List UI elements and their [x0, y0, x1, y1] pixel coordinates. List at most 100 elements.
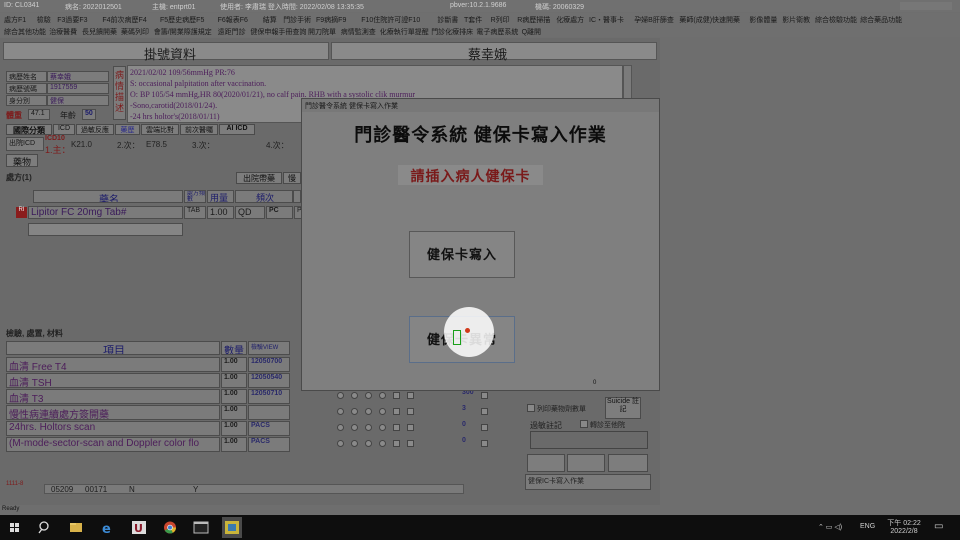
lab-code[interactable]: 12050710	[248, 389, 290, 404]
menu-item[interactable]: F3過要F3	[57, 15, 87, 25]
menu-item[interactable]: 結算	[263, 15, 277, 25]
menu-item[interactable]: F9病摘F9	[316, 15, 346, 25]
lab-code[interactable]: PACS	[248, 421, 290, 436]
lab-option[interactable]	[365, 408, 372, 415]
clock-date[interactable]: 2022/2/8	[886, 528, 922, 535]
menu-item[interactable]: 檢驗	[37, 15, 51, 25]
tab-medicine[interactable]: 藥物	[6, 154, 38, 167]
clock-time[interactable]: 下午 02:22	[886, 518, 922, 528]
lab-option[interactable]	[393, 392, 400, 399]
menu-item[interactable]: 綜合檢驗功能	[815, 15, 857, 25]
lab-option[interactable]	[337, 424, 344, 431]
menu-item[interactable]: T套件	[464, 15, 482, 25]
menu-item[interactable]: 化療執行單提醒	[380, 27, 429, 37]
rx-new-row[interactable]	[28, 223, 183, 236]
lab-code[interactable]: 12050540	[248, 373, 290, 388]
tab-cloud-compare[interactable]: 雲端比對	[141, 124, 179, 135]
weight-value[interactable]: 47.1	[28, 109, 50, 120]
bottom-field-4[interactable]: Y	[191, 485, 211, 493]
lab-option[interactable]	[337, 408, 344, 415]
medical-app-icon[interactable]	[222, 517, 242, 538]
transfer-checkbox[interactable]	[580, 420, 588, 428]
rx-route[interactable]: PC	[266, 206, 293, 219]
menu-item[interactable]: 病情監測查	[341, 27, 376, 37]
menu-item[interactable]: Q離開	[522, 27, 541, 37]
lab-code[interactable]	[248, 405, 290, 420]
lab-item[interactable]: 血清 T3	[6, 389, 220, 404]
lab-option[interactable]	[393, 440, 400, 447]
menu-item[interactable]: R列印	[491, 15, 510, 25]
lab-item[interactable]: 血清 TSH	[6, 373, 220, 388]
menu-item[interactable]: 藥師(成健)快速開藥	[679, 15, 740, 25]
tab-chronic[interactable]: 慢	[283, 172, 301, 184]
menu-item[interactable]: F5歷史病歷F5	[160, 15, 204, 25]
lab-qty[interactable]: 1.00	[221, 405, 247, 420]
menu-item[interactable]: 診斷書	[437, 15, 458, 25]
menu-item[interactable]: F10住院許可證F10	[361, 15, 420, 25]
tab-previous-order[interactable]: 前次醫囑	[180, 124, 218, 135]
language-indicator[interactable]: ENG	[860, 523, 875, 530]
lab-option[interactable]	[407, 440, 414, 447]
tab-drug-alert[interactable]: 藥歷	[115, 124, 140, 135]
menu-item[interactable]: 治療醫費	[49, 27, 77, 37]
lab-item[interactable]: (M-mode-sector-scan and Doppler color fl…	[6, 437, 220, 452]
bottom-field-2[interactable]: 00171	[83, 485, 115, 493]
windows-start-icon[interactable]	[6, 519, 24, 536]
secondary-diagnosis-code[interactable]: E78.5	[146, 140, 167, 149]
chrome-icon[interactable]	[161, 519, 179, 536]
tab-discharge-medicine[interactable]: 出院帶藥	[236, 172, 282, 184]
menu-item[interactable]: IC・醫事卡	[589, 15, 624, 25]
menu-item[interactable]: F6報表F6	[218, 15, 248, 25]
lab-qty[interactable]: 1.00	[221, 389, 247, 404]
tool-button-3[interactable]	[608, 454, 648, 472]
lab-code[interactable]: 12050700	[248, 357, 290, 372]
rx-drug-name[interactable]: Lipitor FC 20mg Tab#	[28, 206, 183, 219]
lab-option[interactable]	[379, 408, 386, 415]
lab-option-radios[interactable]	[337, 424, 507, 433]
edge-icon[interactable]: e	[99, 519, 117, 537]
lab-option[interactable]	[351, 392, 358, 399]
menu-item[interactable]: 電子病歷系統	[476, 27, 518, 37]
tray-icons[interactable]: ⌃ ▭ ◁)	[818, 523, 842, 531]
lab-option[interactable]	[481, 440, 488, 447]
menu-item[interactable]: 綜合其他功能	[4, 27, 46, 37]
lab-option-radios[interactable]	[337, 440, 507, 449]
lab-option[interactable]	[379, 424, 386, 431]
tab-allergy[interactable]: 過敏反應	[76, 124, 114, 135]
menu-item[interactable]: 藥碼列印	[121, 27, 149, 37]
menu-item[interactable]: 健保申報手冊查詢	[250, 27, 306, 37]
lab-option[interactable]	[379, 392, 386, 399]
lab-option[interactable]	[393, 408, 400, 415]
menu-item[interactable]: 會籌/開業際護規定	[154, 27, 212, 37]
lab-option[interactable]	[407, 424, 414, 431]
menu-item[interactable]: 孕婦B肝篩查	[634, 15, 674, 25]
notification-icon[interactable]: ▭	[934, 521, 943, 532]
menu-item[interactable]: 開刀院單	[308, 27, 336, 37]
menu-item[interactable]: 化療處方	[556, 15, 584, 25]
rx-frequency[interactable]: QD	[235, 206, 265, 219]
app-u-icon[interactable]: U	[130, 519, 148, 536]
lab-option[interactable]	[337, 440, 344, 447]
lab-option[interactable]	[407, 408, 414, 415]
lab-option[interactable]	[481, 392, 488, 399]
lab-qty[interactable]: 1.00	[221, 421, 247, 436]
suicide-note-button[interactable]: Suicide 註記	[605, 397, 641, 419]
lab-option[interactable]	[481, 408, 488, 415]
search-icon[interactable]	[36, 519, 54, 536]
bottom-field-3[interactable]: N	[127, 485, 147, 493]
tab-icd[interactable]: ICD	[53, 124, 75, 135]
menu-item[interactable]: F4前次病歷F4	[102, 15, 146, 25]
lab-option[interactable]	[393, 424, 400, 431]
lab-option-radios[interactable]	[337, 408, 507, 417]
menu-item[interactable]: R病歷掃描	[517, 15, 550, 25]
lab-item[interactable]: 24hrs. Holtors scan	[6, 421, 220, 436]
tab-ai-icd[interactable]: AI ICD	[219, 124, 255, 135]
register-tab[interactable]: 掛號資料	[3, 42, 329, 62]
lab-option[interactable]	[481, 424, 488, 431]
lab-option[interactable]	[351, 440, 358, 447]
lab-item[interactable]: 血清 Free T4	[6, 357, 220, 372]
lab-option[interactable]	[351, 424, 358, 431]
print-checkbox[interactable]	[527, 404, 535, 412]
write-health-card-button[interactable]: 健保卡寫入	[409, 231, 515, 278]
lab-option[interactable]	[365, 440, 372, 447]
